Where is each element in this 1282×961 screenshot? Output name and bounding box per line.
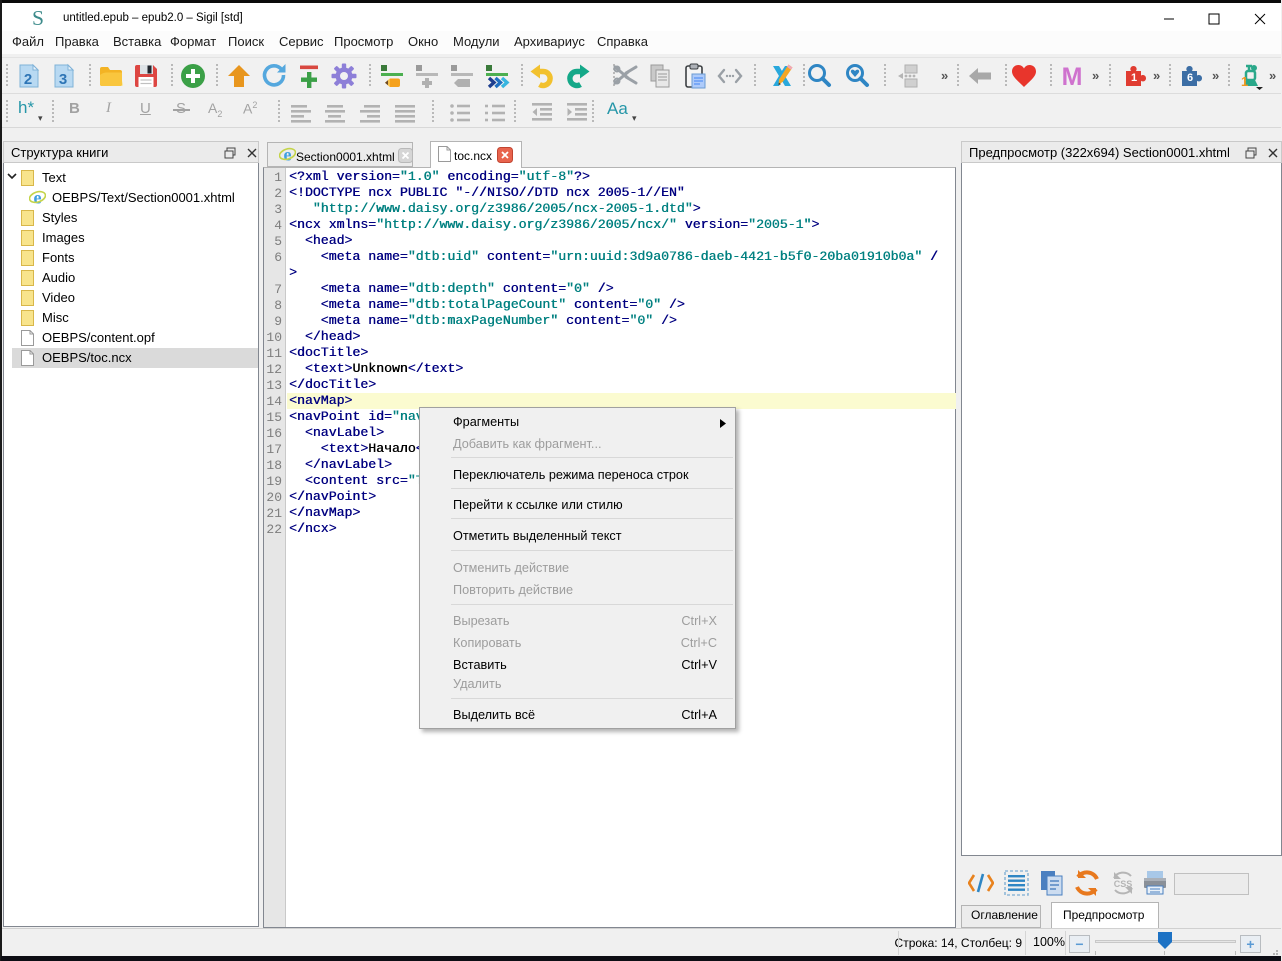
- svg-text:CSS: CSS: [1114, 879, 1133, 889]
- svg-text:2: 2: [24, 71, 32, 88]
- svg-text:3: 3: [59, 71, 67, 88]
- svg-text:1: 1: [1131, 72, 1137, 84]
- svg-text:1: 1: [1241, 74, 1248, 89]
- svg-text:6: 6: [1187, 72, 1193, 84]
- svg-text:M: M: [1062, 63, 1083, 90]
- svg-text:S: S: [32, 9, 44, 28]
